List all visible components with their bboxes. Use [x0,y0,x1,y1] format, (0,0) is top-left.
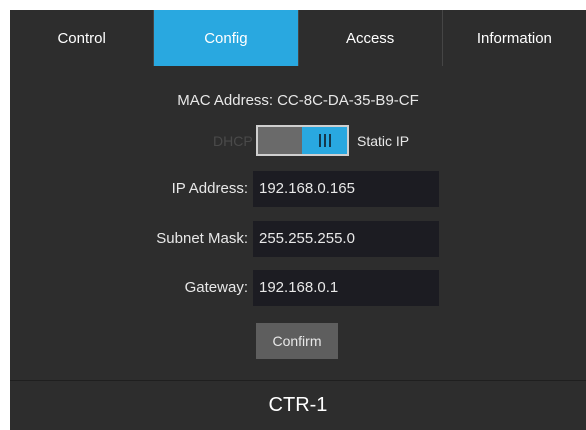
ip-address-row: IP Address: [10,171,586,207]
ip-address-input[interactable] [253,171,439,207]
subnet-mask-input[interactable] [253,221,439,257]
subnet-mask-label: Subnet Mask: [156,230,248,247]
grip-icon [318,134,331,147]
gateway-label: Gateway: [184,279,248,296]
gateway-input[interactable] [253,270,439,306]
mac-address-row: MAC Address: CC-8C-DA-35-B9-CF [10,92,586,109]
tab-config[interactable]: Config [154,10,299,66]
dhcp-static-toggle[interactable] [256,125,349,156]
tab-access[interactable]: Access [298,10,443,66]
config-panel: Control Config Access Information MAC Ad… [10,10,586,430]
tab-bar: Control Config Access Information [10,10,586,66]
confirm-button[interactable]: Confirm [256,323,338,359]
tab-control[interactable]: Control [10,10,155,66]
subnet-mask-row: Subnet Mask: [10,221,586,257]
mac-address-value: CC-8C-DA-35-B9-CF [277,92,419,109]
dhcp-label: DHCP [213,133,253,149]
ip-address-label: IP Address: [171,180,248,197]
gateway-row: Gateway: [10,270,586,306]
static-ip-label: Static IP [357,133,410,149]
device-name: CTR-1 [268,394,328,416]
tab-information[interactable]: Information [442,10,586,66]
toggle-knob[interactable] [302,127,347,154]
mac-address-label: MAC Address: [177,92,274,109]
